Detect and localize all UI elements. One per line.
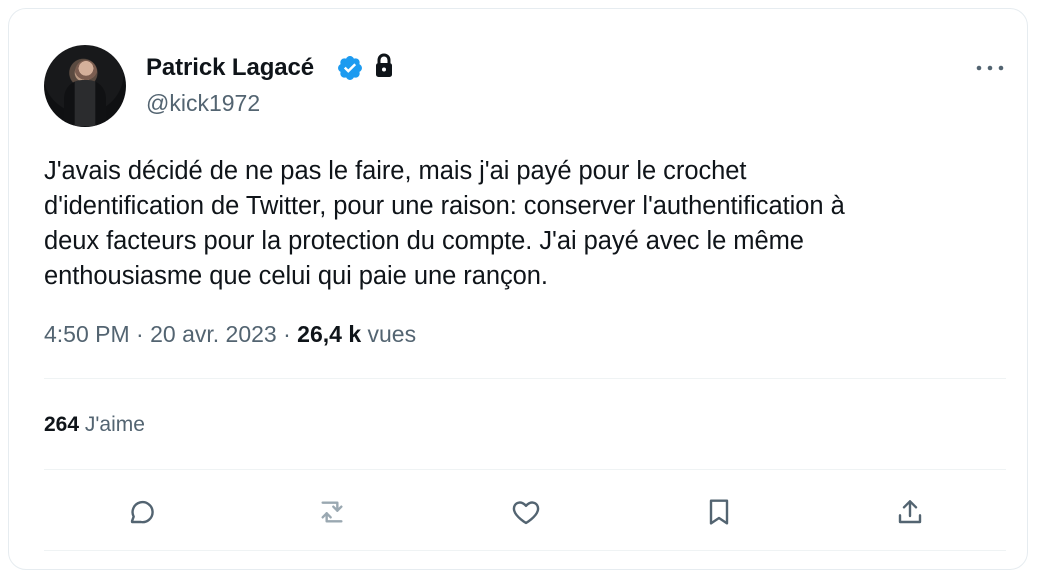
- divider: [44, 378, 1006, 379]
- share-button[interactable]: [889, 491, 931, 533]
- bookmark-button[interactable]: [698, 491, 740, 533]
- heart-icon: [512, 501, 540, 525]
- tweet-date-link[interactable]: 20 avr. 2023: [150, 321, 277, 347]
- author-handle[interactable]: @kick1972: [146, 89, 260, 117]
- meta-separator: ·: [129, 321, 151, 347]
- bookmark-icon: [709, 499, 729, 525]
- tweet-text: J'avais décidé de ne pas le faire, mais …: [44, 157, 845, 290]
- views-label: vues: [367, 321, 417, 347]
- divider: [44, 550, 1006, 551]
- retweet-icon: [321, 501, 343, 523]
- reply-button[interactable]: [120, 491, 162, 533]
- retweet-button[interactable]: [311, 491, 353, 533]
- meta-separator: ·: [276, 321, 298, 347]
- likes-label: J'aime: [84, 413, 145, 436]
- avatar[interactable]: [44, 45, 126, 127]
- more-horizontal-icon: [976, 65, 1004, 71]
- tweet-time-link[interactable]: 4:50 PM: [44, 321, 130, 347]
- views-count: 26,4 k: [297, 321, 362, 347]
- tweet-meta: 4:50 PM · 20 avr. 2023 · 26,4 k vues: [44, 319, 416, 349]
- likes-count: 264: [44, 413, 80, 436]
- more-button[interactable]: [973, 54, 1007, 82]
- tweet-card: Patrick Lagacé @kick1972 J'avais décidé …: [8, 8, 1028, 570]
- share-icon: [898, 500, 922, 524]
- like-button[interactable]: [505, 491, 547, 533]
- divider: [44, 469, 1006, 470]
- author-display-name[interactable]: Patrick Lagacé: [146, 53, 314, 83]
- verified-badge-icon: [338, 56, 362, 80]
- lock-icon: [376, 53, 392, 77]
- reply-icon: [130, 500, 154, 524]
- likes-stat[interactable]: 264 J'aime: [44, 411, 145, 439]
